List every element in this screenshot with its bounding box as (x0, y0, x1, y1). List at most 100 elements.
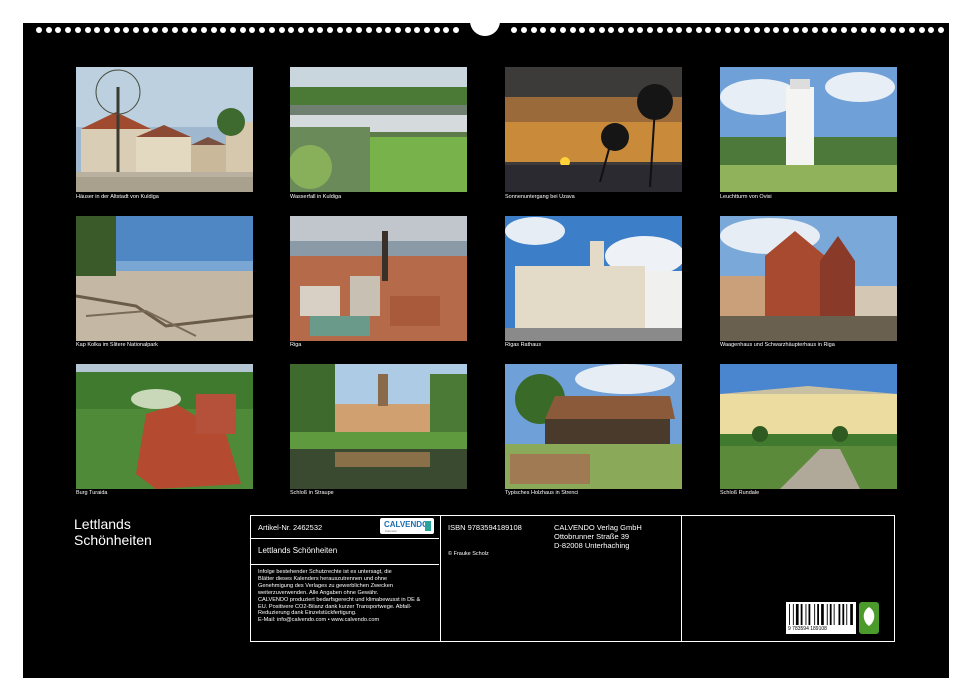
photo-caption: Leuchtturm von Ovisi (720, 194, 772, 200)
binding-hole (433, 27, 440, 33)
binding-hole (45, 27, 52, 33)
binding-hole (181, 27, 188, 33)
binding-hole (860, 27, 867, 33)
binding-hole (821, 27, 828, 33)
title-line-1: Lettlands (74, 516, 131, 532)
photo-caption: Kap Kolka im Slitere Nationalpark (76, 342, 158, 348)
barcode-bar (805, 604, 807, 625)
photo-ovisi-lighthouse (720, 67, 897, 192)
photo-caption: Sonnenuntergang bei Uzava (505, 194, 575, 200)
binding-hole (239, 27, 246, 33)
barcode-bar (795, 604, 799, 625)
photo-kuldiga-waterfall (290, 67, 467, 192)
barcode-bar (789, 604, 790, 625)
barcode-bar (814, 604, 816, 625)
binding-hole (763, 27, 770, 33)
binding-hole (715, 27, 721, 33)
barcode-bar (829, 604, 832, 625)
binding-hole (656, 27, 663, 33)
barcode-bar (800, 604, 803, 625)
binding-hole (278, 27, 285, 33)
binding-hole (559, 27, 566, 33)
barcode: 9 783594 189108 (786, 602, 856, 634)
binding-hole (618, 27, 624, 33)
binding-hole (404, 27, 411, 33)
photo-caption: Wasserfall in Kuldiga (290, 194, 342, 200)
binding-hole (850, 27, 857, 33)
barcode-bar (846, 604, 848, 625)
binding-hole (685, 27, 692, 33)
binding-hole (753, 27, 760, 33)
binding-hole (909, 27, 915, 33)
photo-rundale-palace (720, 364, 897, 489)
title-line-2: Schönheiten (74, 532, 152, 548)
photo-caption: Schloß Rundale (720, 490, 760, 496)
publisher-address: CALVENDO Verlag GmbH Ottobrunner Straße 3… (554, 523, 642, 550)
barcode-bar (821, 604, 824, 625)
eco-leaf-icon (859, 602, 879, 634)
copyright: © Frauke Scholz (448, 551, 489, 557)
binding-hole (424, 27, 430, 33)
photo-cape-kolka (76, 216, 253, 341)
calendar-title: Lettlands Schönheiten (74, 516, 152, 548)
photo-strenci-wooden-house (505, 364, 682, 489)
binding-hole (521, 27, 527, 33)
photo-caption: Burg Turaida (76, 490, 108, 496)
legal-line: CALVENDO produziert bedarfsgerecht und k… (258, 596, 421, 603)
binding-hole (375, 27, 382, 33)
legal-line: Blätter dieses Kalenders herauszutrennen… (258, 575, 388, 582)
barcode-bar (838, 604, 841, 625)
logo-text: CALVENDO (384, 520, 429, 529)
article-number: Artikel-Nr. 2462532 (258, 523, 323, 532)
binding-hole (782, 27, 789, 33)
binding-hole (336, 27, 343, 33)
barcode-bar (817, 604, 819, 625)
binding-hole (918, 27, 925, 33)
binding-hole (666, 27, 673, 33)
photo-turaida-castle (76, 364, 253, 489)
photo-caption: Häuser in der Altstadt von Kuldiga (76, 194, 159, 200)
binding-hole (598, 27, 605, 33)
photo-caption: Rigas Rathaus (505, 342, 542, 348)
barcode-bar (792, 604, 794, 625)
photo-riga (290, 216, 467, 341)
publisher-line: D-82008 Unterhaching (554, 541, 630, 550)
legal-notice: Infolge bestehender Schutzrechte ist es … (258, 569, 420, 624)
binding-hole (230, 27, 236, 33)
binding-hole (724, 27, 731, 33)
legal-line: Genehmigung des Verlages zu gewerblichen… (258, 582, 393, 589)
binding-hole (792, 27, 799, 33)
photo-house-of-blackheads (720, 216, 897, 341)
binding-hole (142, 27, 149, 33)
publisher-line: Ottobrunner Straße 39 (554, 532, 630, 541)
barcode-number: 9 783594 189108 (788, 626, 827, 632)
photo-caption: Schloß in Straupe (290, 490, 334, 496)
binding-hole (588, 27, 595, 33)
binding-hole (268, 27, 275, 33)
calvendo-logo: CALVENDO Kalender (380, 518, 434, 534)
binding-hole (812, 27, 818, 33)
legal-line: Infolge bestehender Schutzrechte ist es … (258, 569, 392, 575)
binding-hole (36, 27, 42, 33)
binding-hole (569, 27, 576, 33)
binding-hole (210, 27, 217, 33)
photo-uzava-sunset (505, 67, 682, 192)
divider (250, 538, 439, 539)
photo-kuldiga-old-town (76, 67, 253, 192)
binding-hole (530, 27, 537, 33)
binding-hole (695, 27, 702, 33)
binding-hole (200, 27, 207, 33)
binding-hole (74, 27, 81, 33)
barcode-bar (826, 604, 828, 625)
barcode-bar (833, 604, 835, 625)
barcode-bars (789, 604, 853, 625)
barcode-bar (842, 604, 845, 625)
binding-hole (327, 27, 333, 33)
binding-hole (627, 27, 634, 33)
legal-line: weiterzuverwenden. Alle Angaben ohne Gew… (258, 589, 379, 596)
legal-line: E-Mail: info@calvendo.com • www.calvendo… (258, 617, 380, 624)
binding-hole (113, 27, 120, 33)
binding-hole (171, 27, 178, 33)
binding-hole (84, 27, 91, 33)
logo-subtext: Kalender (385, 529, 398, 533)
